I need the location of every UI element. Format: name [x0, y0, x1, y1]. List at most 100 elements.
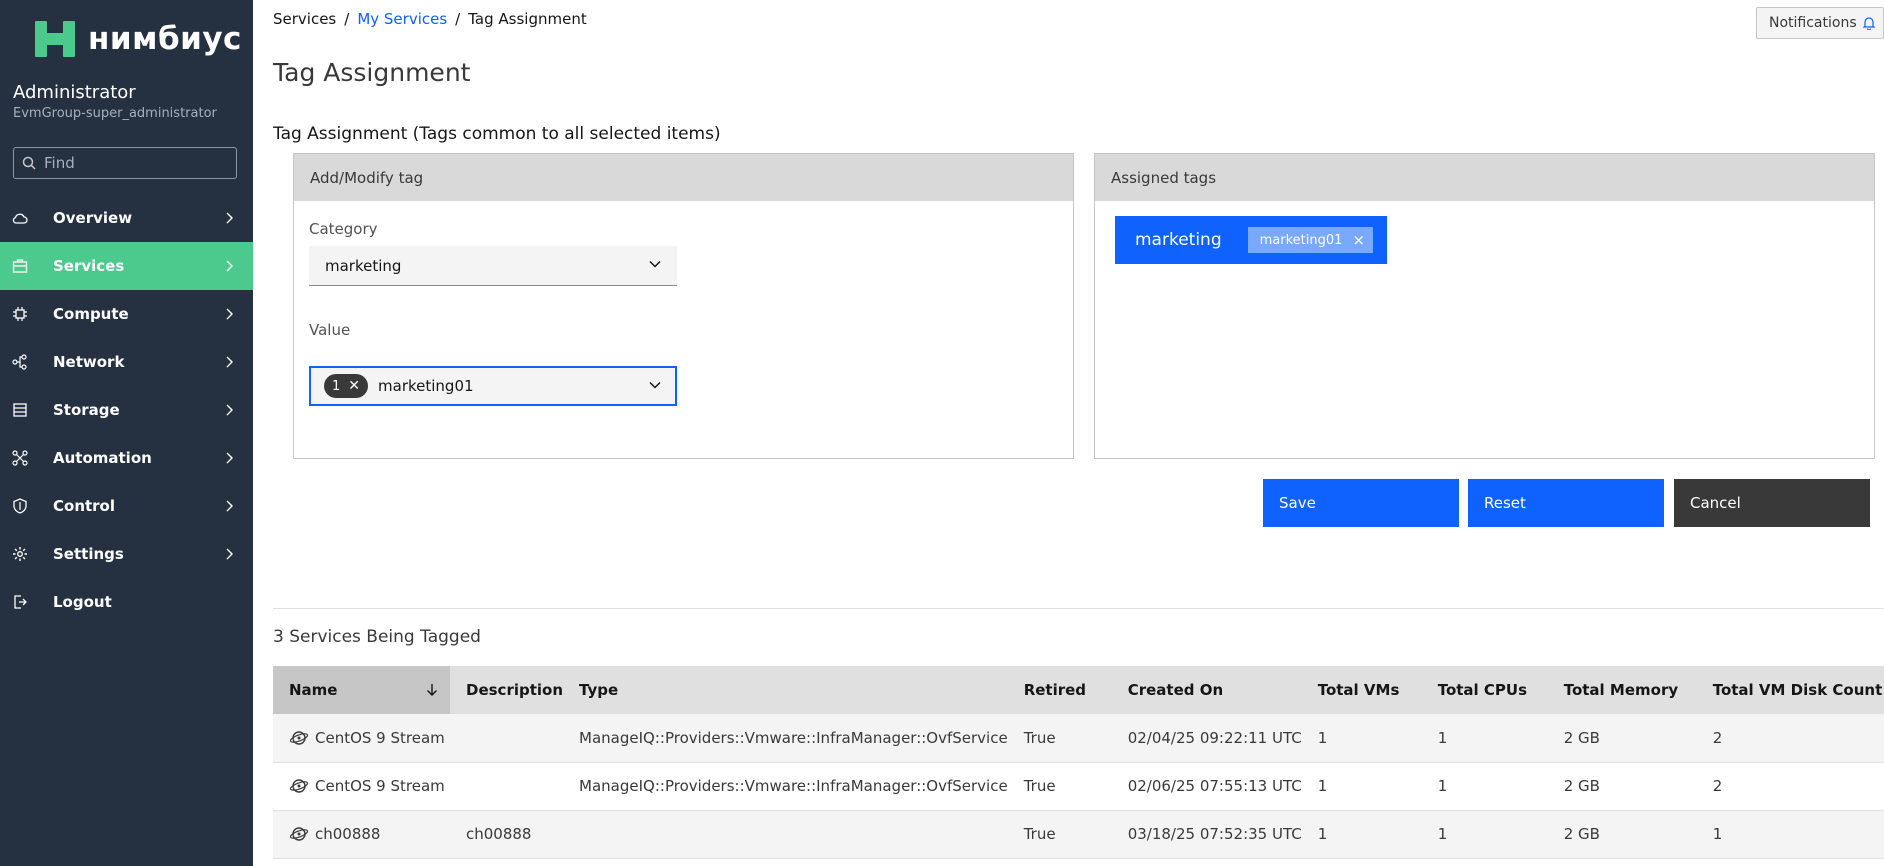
nav-item-control[interactable]: Control [0, 482, 253, 530]
breadcrumb-separator: / [455, 10, 461, 28]
cell-total-cpus: 1 [1421, 762, 1548, 811]
nav-item-settings[interactable]: Settings [0, 530, 253, 578]
column-header-name[interactable]: Name [273, 666, 450, 714]
value-multiselect[interactable]: 1 ✕ marketing01 [309, 366, 677, 406]
bell-icon [1862, 17, 1876, 30]
cell-name: ch00888 [273, 810, 450, 859]
cell-description [450, 762, 564, 811]
nav-item-services[interactable]: Services [0, 242, 253, 290]
chevron-right-icon [226, 452, 233, 464]
assigned-tag: marketing marketing01 × [1115, 216, 1387, 264]
nav-label: Overview [53, 209, 133, 227]
remove-tag-icon[interactable]: × [1352, 231, 1365, 249]
gear-icon [13, 547, 27, 561]
cell-description [450, 714, 564, 763]
cell-name: CentOS 9 Stream [273, 762, 450, 811]
nav-label: Network [53, 353, 125, 371]
cell-total-vm-disk-count: 1 [1696, 810, 1884, 859]
nav-item-compute[interactable]: Compute [0, 290, 253, 338]
assigned-tag-value-chip: marketing01 × [1247, 227, 1373, 253]
breadcrumb-separator: / [344, 10, 350, 28]
nav-label: Automation [53, 449, 152, 467]
cell-retired: True [1007, 810, 1112, 859]
table-row[interactable]: CentOS 9 Stream ManageIQ::Providers::Vmw… [273, 762, 1884, 811]
nav-label: Storage [53, 401, 120, 419]
user-name: Administrator [13, 82, 136, 103]
main-nav: Overview Services Compute Network Storag… [0, 194, 253, 626]
cell-text: ch00888 [315, 825, 381, 843]
column-header-label: Name [289, 681, 338, 699]
search-icon [22, 156, 36, 170]
nimbus-logo-icon [35, 21, 75, 57]
cancel-button[interactable]: Cancel [1674, 479, 1870, 527]
nav-label: Services [53, 257, 125, 275]
cell-total-memory: 2 GB [1547, 762, 1697, 811]
services-icon [12, 259, 28, 273]
breadcrumb-my-services-link[interactable]: My Services [357, 10, 447, 28]
column-header-total-memory[interactable]: Total Memory [1547, 666, 1697, 714]
chevron-right-icon [226, 260, 233, 272]
assigned-tags-panel: Assigned tags marketing marketing01 × [1094, 153, 1875, 459]
assigned-tag-category: marketing [1135, 230, 1222, 250]
logout-icon [14, 595, 27, 609]
column-header-retired[interactable]: Retired [1007, 666, 1112, 714]
chevron-down-icon [649, 260, 661, 268]
table-row[interactable]: CentOS 9 Stream ManageIQ::Providers::Vmw… [273, 714, 1884, 763]
cell-retired: True [1007, 762, 1112, 811]
section-title: Tag Assignment (Tags common to all selec… [273, 124, 721, 144]
value-label: Value [309, 321, 351, 339]
nav-item-network[interactable]: Network [0, 338, 253, 386]
table-row[interactable]: ch00888 ch00888 True 03/18/25 07:52:35 U… [273, 810, 1884, 859]
logo-text: нимбиус [88, 21, 242, 57]
service-icon [289, 779, 309, 793]
selected-count-chip[interactable]: 1 ✕ [324, 374, 369, 398]
nav-item-logout[interactable]: Logout [0, 578, 253, 626]
clear-selection-icon[interactable]: ✕ [348, 378, 360, 394]
sidebar: нимбиус Administrator EvmGroup-super_adm… [0, 0, 253, 866]
category-selected-value: marketing [325, 256, 402, 275]
brand-logo[interactable]: нимбиус [32, 18, 242, 60]
notifications-label: Notifications [1769, 15, 1857, 31]
save-button[interactable]: Save [1263, 479, 1459, 527]
assigned-tag-value: marketing01 [1259, 232, 1343, 248]
add-modify-tag-panel: Add/Modify tag Category marketing Value … [293, 153, 1074, 459]
nav-label: Settings [53, 545, 124, 563]
cell-total-memory: 2 GB [1547, 714, 1697, 763]
cell-type [563, 810, 1008, 859]
cell-total-vms: 1 [1301, 762, 1422, 811]
cell-total-vms: 1 [1301, 714, 1422, 763]
chevron-right-icon [226, 308, 233, 320]
chevron-right-icon [226, 404, 233, 416]
automation-icon [12, 450, 28, 466]
cell-total-cpus: 1 [1421, 810, 1548, 859]
column-header-created-on[interactable]: Created On [1111, 666, 1302, 714]
category-select[interactable]: marketing [309, 246, 677, 286]
value-selected-text: marketing01 [378, 377, 474, 395]
column-header-total-vm-disk-count[interactable]: Total VM Disk Count [1696, 666, 1884, 714]
cell-description: ch00888 [450, 810, 564, 859]
column-header-total-vms[interactable]: Total VMs [1301, 666, 1422, 714]
storage-icon [13, 403, 27, 417]
nav-item-storage[interactable]: Storage [0, 386, 253, 434]
cell-total-vms: 1 [1301, 810, 1422, 859]
cell-created-on: 02/06/25 07:55:13 UTC [1111, 762, 1302, 811]
nav-item-overview[interactable]: Overview [0, 194, 253, 242]
column-header-total-cpus[interactable]: Total CPUs [1421, 666, 1548, 714]
cell-type: ManageIQ::Providers::Vmware::InfraManage… [563, 714, 1008, 763]
search-input[interactable] [44, 154, 224, 172]
column-header-description[interactable]: Description [450, 666, 564, 714]
chevron-right-icon [226, 548, 233, 560]
nav-item-automation[interactable]: Automation [0, 434, 253, 482]
cell-text: CentOS 9 Stream [315, 728, 445, 747]
panel-header: Add/Modify tag [294, 154, 1073, 201]
category-label: Category [309, 220, 378, 238]
notifications-button[interactable]: Notifications [1756, 7, 1884, 39]
cell-text: CentOS 9 Stream [315, 777, 445, 795]
panel-header: Assigned tags [1095, 154, 1874, 201]
sort-arrow-down-icon [427, 684, 437, 696]
cloud-icon [12, 213, 28, 224]
column-header-type[interactable]: Type [563, 666, 1008, 714]
table-header-row: Name Description Type Retired Created On… [273, 666, 1884, 714]
reset-button[interactable]: Reset [1468, 479, 1664, 527]
chevron-right-icon [226, 212, 233, 224]
